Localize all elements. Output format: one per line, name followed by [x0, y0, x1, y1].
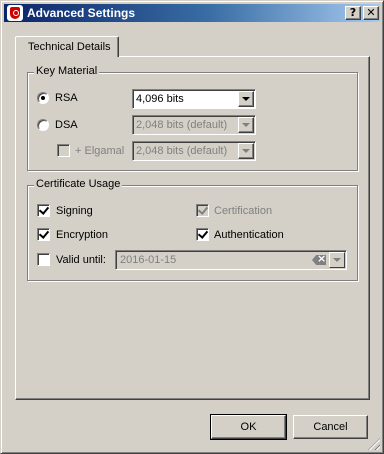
valid-until-checkbox[interactable] [37, 253, 50, 266]
window-title: Advanced Settings [27, 6, 136, 20]
elgamal-size-select[interactable]: 2,048 bits (default) [132, 141, 256, 161]
signing-label: Signing [56, 205, 93, 217]
rsa-size-value: 4,096 bits [136, 93, 184, 105]
valid-until-date-value: 2016-01-15 [120, 254, 177, 266]
certification-checkbox[interactable] [196, 204, 209, 217]
dsa-radio[interactable] [37, 119, 49, 131]
resize-grip-icon[interactable] [368, 438, 380, 450]
chevron-down-icon[interactable] [238, 143, 254, 159]
title-bar[interactable]: Advanced Settings ? ✕ [4, 4, 380, 22]
chevron-down-icon[interactable] [329, 252, 345, 268]
elgamal-size-value: 2,048 bits (default) [136, 145, 228, 157]
valid-until-date-field[interactable]: 2016-01-15 [115, 250, 347, 270]
close-icon: ✕ [366, 6, 376, 19]
valid-until-label: Valid until: [56, 254, 106, 266]
rsa-size-select[interactable]: 4,096 bits [132, 89, 256, 109]
dsa-size-select[interactable]: 2,048 bits (default) [132, 115, 256, 135]
help-button[interactable]: ? [345, 6, 361, 20]
rsa-label: RSA [55, 92, 78, 104]
encryption-checkbox[interactable] [37, 228, 50, 241]
dsa-label: DSA [55, 119, 78, 131]
clear-icon[interactable] [312, 255, 326, 265]
close-button[interactable]: ✕ [363, 6, 379, 20]
shield-app-icon [7, 5, 23, 21]
authentication-checkbox[interactable] [196, 228, 209, 241]
authentication-label: Authentication [214, 229, 284, 241]
signing-checkbox[interactable] [37, 204, 50, 217]
rsa-radio[interactable] [37, 92, 49, 104]
group-title-key-material: Key Material [34, 65, 100, 77]
cancel-button[interactable]: Cancel [293, 415, 368, 439]
chevron-down-icon[interactable] [238, 91, 254, 107]
tab-label: Technical Details [28, 41, 111, 53]
tab-technical-details[interactable]: Technical Details [15, 36, 119, 57]
certification-label: Certification [214, 205, 273, 217]
ok-button[interactable]: OK [210, 414, 287, 440]
encryption-label: Encryption [56, 229, 108, 241]
elgamal-label: + Elgamal [75, 145, 125, 157]
chevron-down-icon[interactable] [238, 117, 254, 133]
group-title-certificate-usage: Certificate Usage [34, 178, 123, 190]
advanced-settings-dialog: Advanced Settings ? ✕ Technical Details … [0, 0, 384, 454]
elgamal-checkbox[interactable] [57, 144, 70, 157]
dsa-size-value: 2,048 bits (default) [136, 119, 228, 131]
